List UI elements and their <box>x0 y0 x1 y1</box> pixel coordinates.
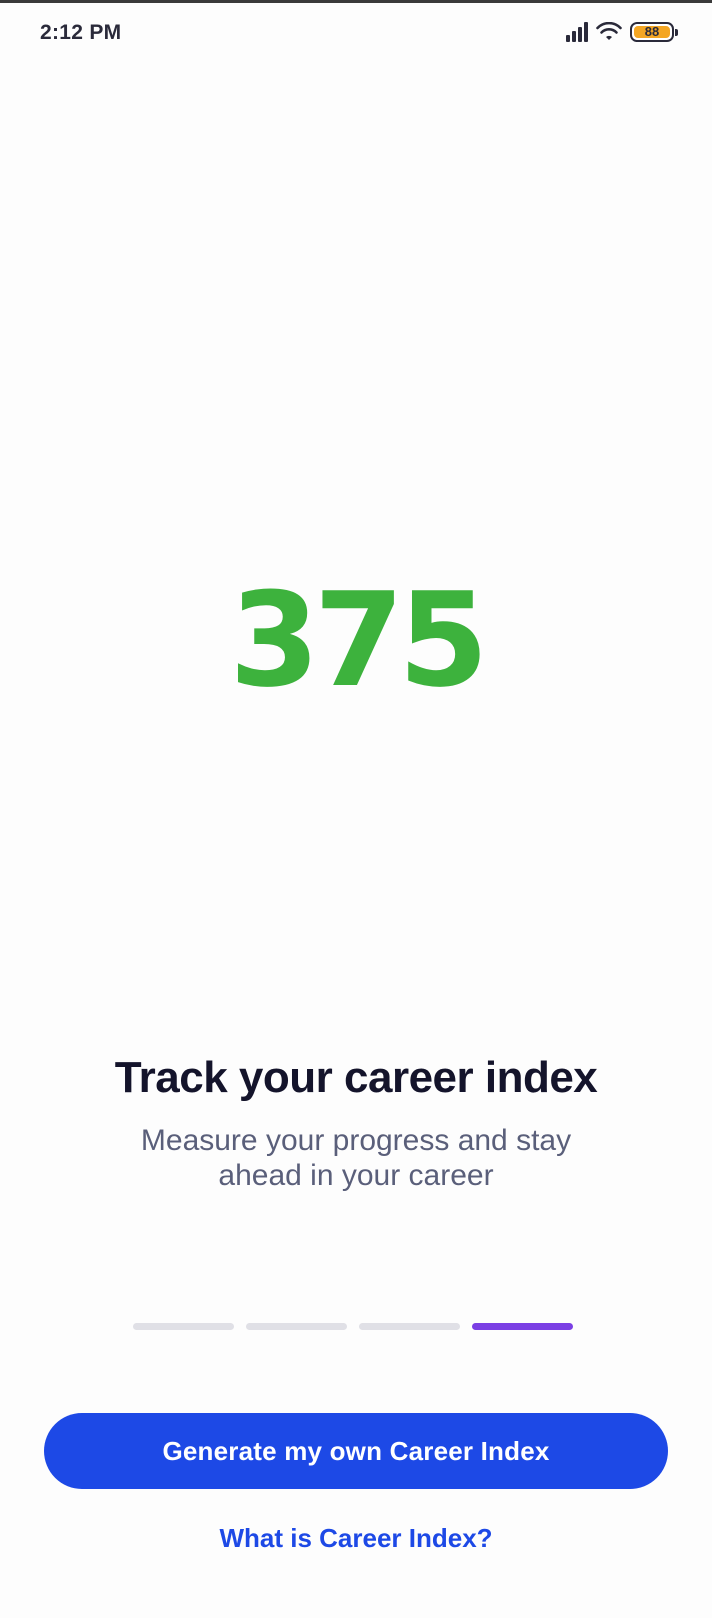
battery-icon: 88 <box>630 22 678 42</box>
status-bar: 2:12 PM 88 <box>0 3 712 61</box>
progress-segment-4 <box>472 1323 573 1330</box>
page-subtitle: Measure your progress and stay ahead in … <box>140 1124 572 1192</box>
wifi-icon <box>596 22 622 40</box>
progress-segment-2 <box>246 1323 347 1330</box>
battery-nub <box>675 29 678 36</box>
page-title: Track your career index <box>114 1053 598 1102</box>
battery-level: 88 <box>644 24 660 39</box>
signal-icon <box>566 22 588 42</box>
generate-career-index-button[interactable]: Generate my own Career Index <box>44 1413 668 1489</box>
status-time: 2:12 PM <box>40 21 122 44</box>
progress-segment-1 <box>133 1323 234 1330</box>
onboarding-progress <box>133 1323 573 1330</box>
what-is-career-index-link[interactable]: What is Career Index? <box>0 1523 712 1554</box>
career-index-score: 375 <box>229 564 488 716</box>
status-icons: 88 <box>566 18 678 46</box>
progress-segment-3 <box>359 1323 460 1330</box>
